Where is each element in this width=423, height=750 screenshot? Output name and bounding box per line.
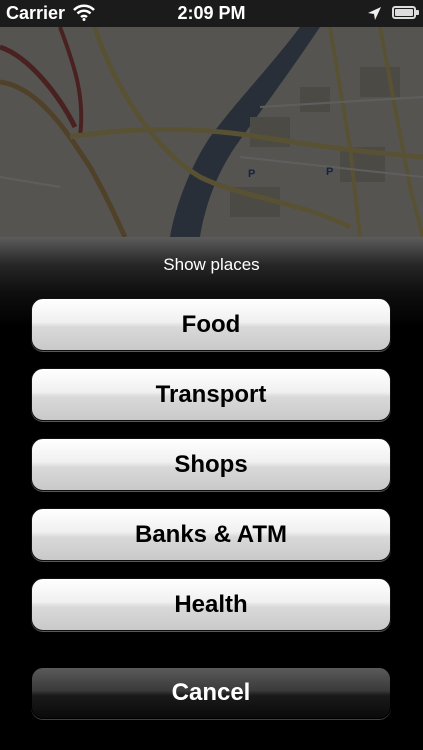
shops-button[interactable]: Shops: [31, 438, 391, 491]
location-arrow-icon: [367, 5, 382, 26]
action-sheet: Show places Food Transport Shops Banks &…: [0, 237, 423, 750]
food-button[interactable]: Food: [31, 298, 391, 351]
map-view: P P: [0, 27, 423, 237]
status-bar: Carrier 2:09 PM: [0, 0, 423, 27]
battery-icon: [392, 6, 419, 19]
health-button[interactable]: Health: [31, 578, 391, 631]
status-time: 2:09 PM: [177, 3, 246, 23]
cancel-button[interactable]: Cancel: [31, 667, 391, 719]
transport-button[interactable]: Transport: [31, 368, 391, 421]
action-sheet-title: Show places: [163, 255, 260, 274]
map-dim-overlay: [0, 27, 423, 237]
banks-atm-button[interactable]: Banks & ATM: [31, 508, 391, 561]
